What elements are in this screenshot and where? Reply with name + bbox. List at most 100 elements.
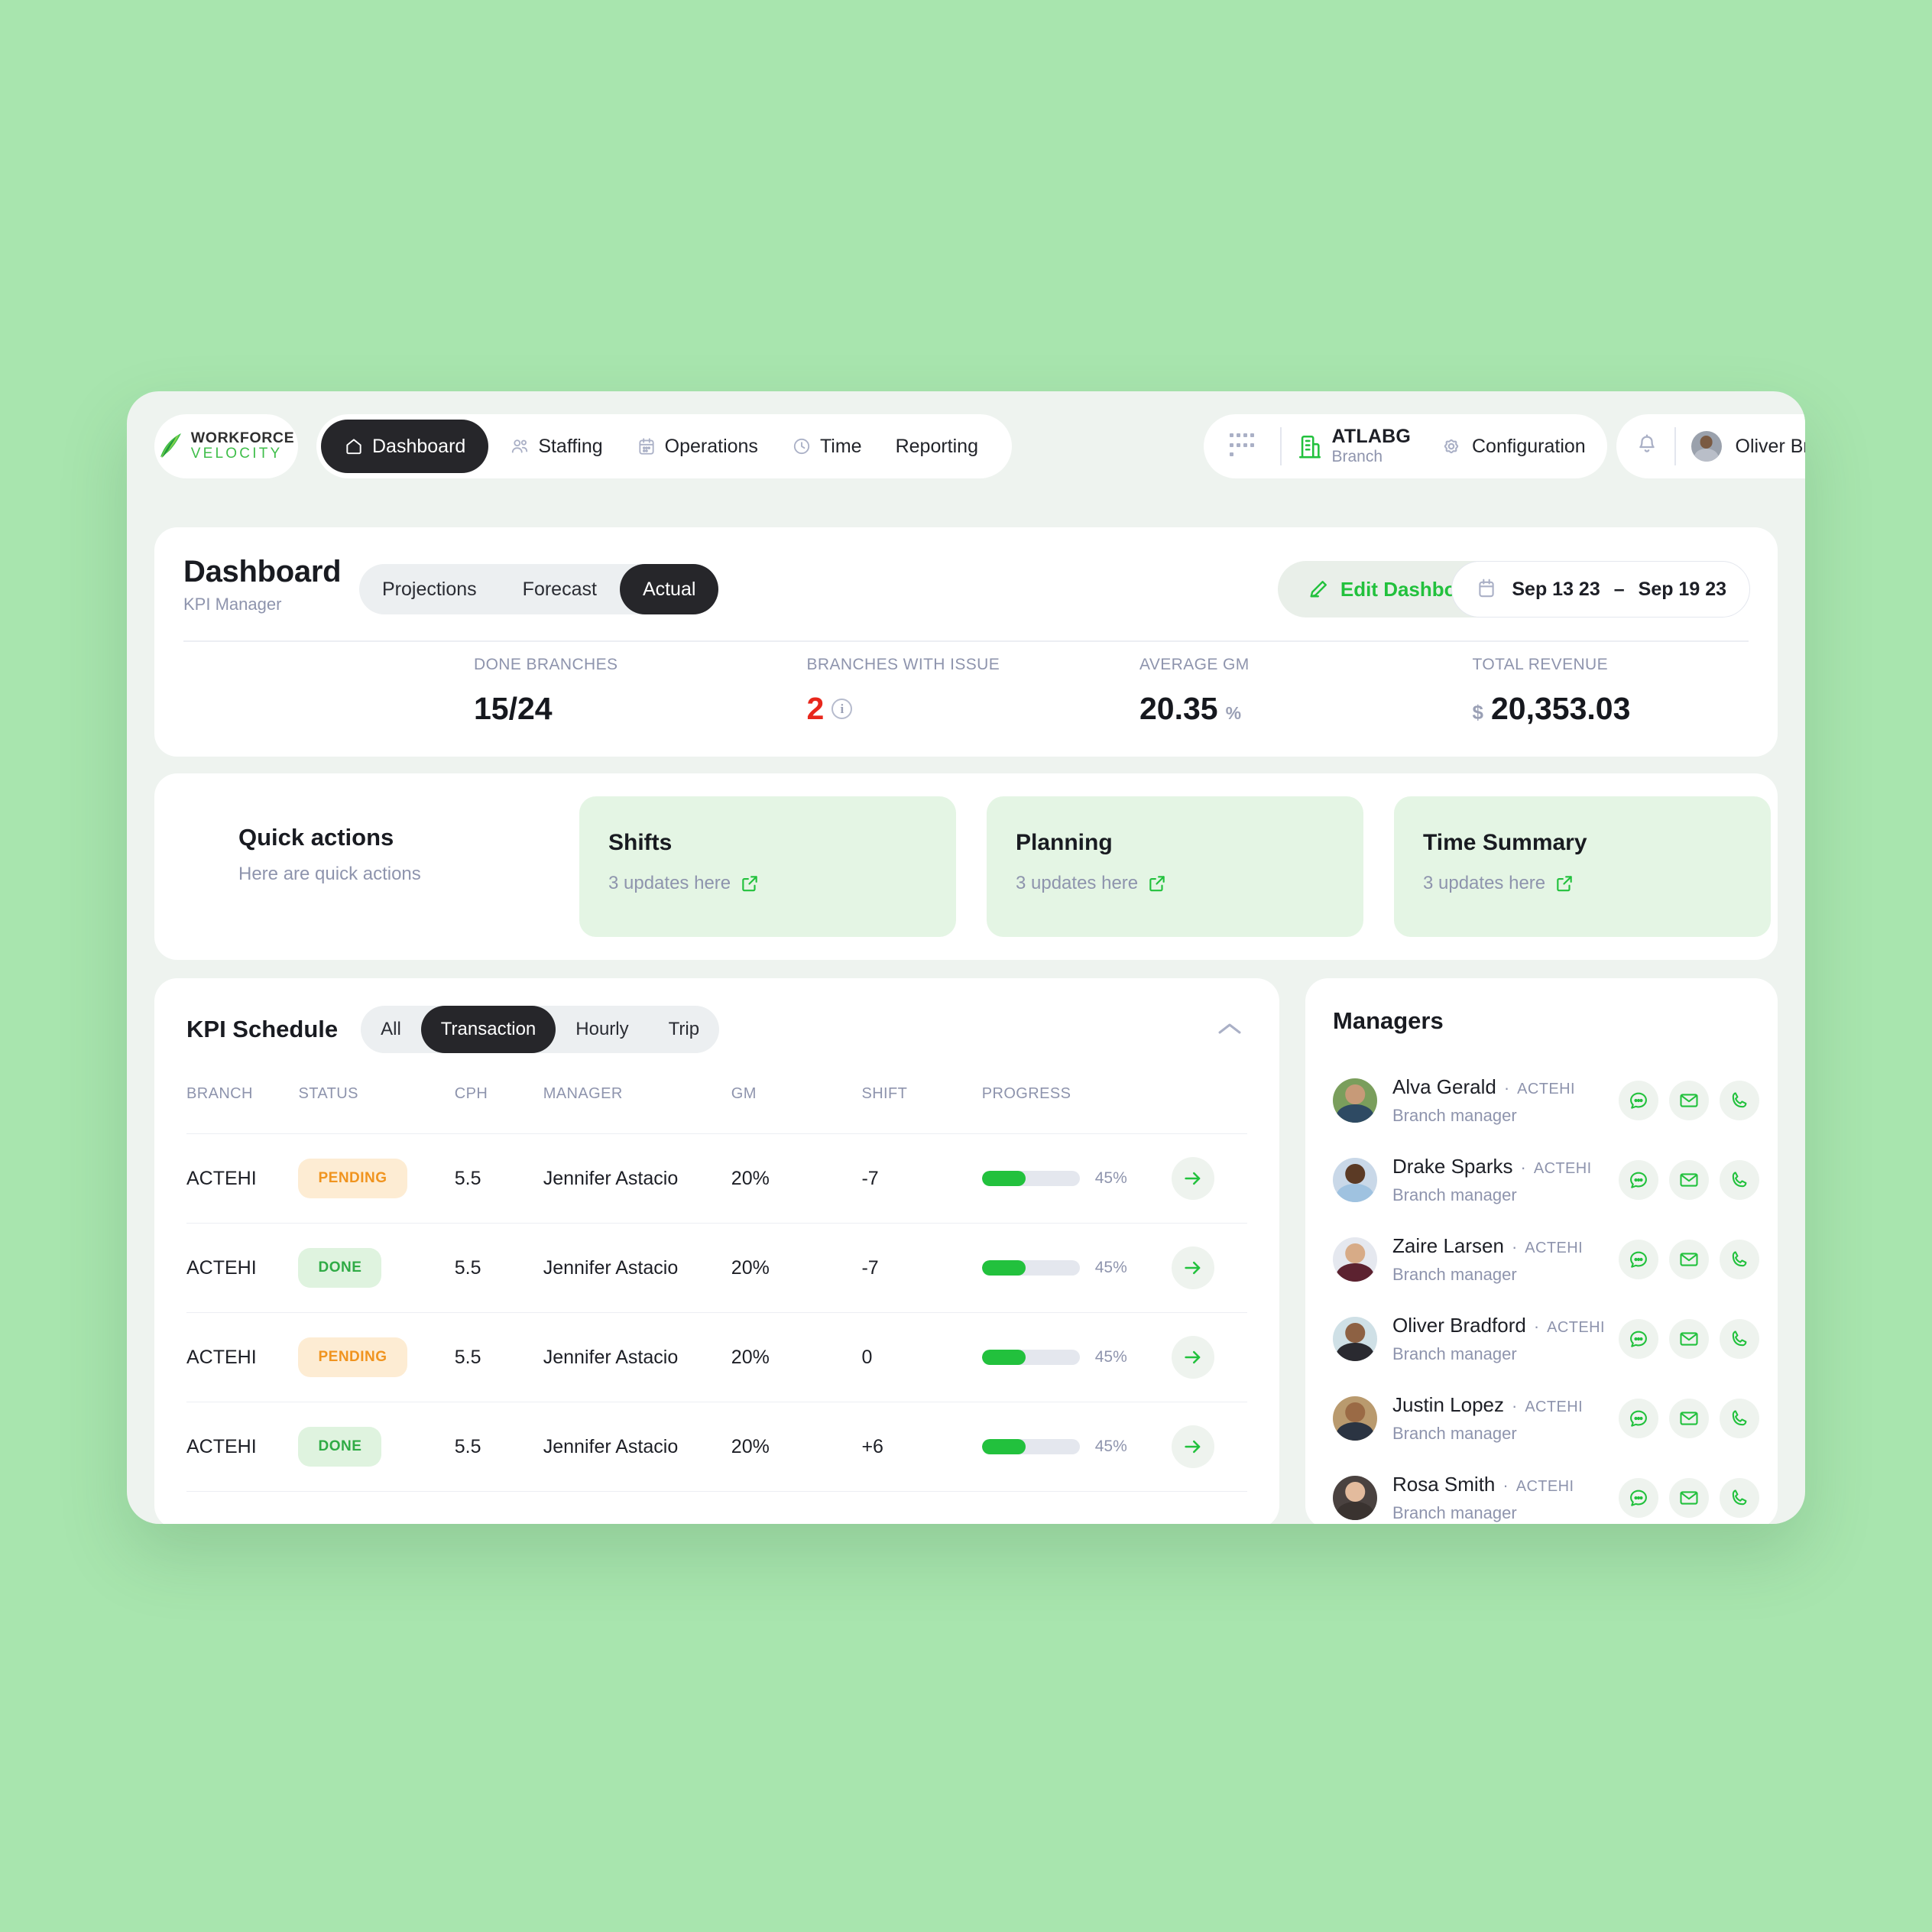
email-button[interactable] (1669, 1319, 1709, 1359)
quick-action-tile-planning[interactable]: Planning 3 updates here (987, 796, 1363, 937)
quick-action-tile-shifts[interactable]: Shifts 3 updates here (579, 796, 956, 937)
phone-icon (1732, 1172, 1747, 1188)
chat-button[interactable] (1619, 1081, 1658, 1120)
list-item[interactable]: Alva Gerald · ACTEHI Branch manager (1333, 1061, 1759, 1140)
tab-actual[interactable]: Actual (619, 564, 719, 614)
configuration-label: Configuration (1472, 435, 1586, 457)
cell-manager: Jennifer Astacio (543, 1133, 731, 1224)
page-root: WORKFORCE VELOCITY Dashboard Staffing Op… (0, 0, 1932, 1932)
chat-icon (1630, 1092, 1647, 1109)
table-row[interactable]: ACTEHI DONE 5.5 Jennifer Astacio 20% +6 … (186, 1402, 1247, 1492)
email-button[interactable] (1669, 1081, 1709, 1120)
chat-button[interactable] (1619, 1478, 1658, 1518)
date-range-start: Sep 13 23 (1512, 578, 1600, 600)
mail-icon (1680, 1173, 1698, 1187)
managers-card: Managers Alva Gerald · ACTEHI Branch man… (1305, 978, 1778, 1524)
email-button[interactable] (1669, 1240, 1709, 1279)
chevron-up-icon[interactable] (1217, 1021, 1243, 1036)
call-button[interactable] (1720, 1160, 1759, 1200)
date-range-picker[interactable]: Sep 13 23 – Sep 19 23 (1451, 561, 1750, 618)
quick-actions-heading-block: Quick actions Here are quick actions (238, 824, 421, 885)
arrow-right-icon (1185, 1350, 1201, 1364)
tile-title: Planning (1016, 830, 1113, 855)
list-item[interactable]: Zaire Larsen · ACTEHI Branch manager (1333, 1220, 1759, 1299)
chat-button[interactable] (1619, 1399, 1658, 1438)
bell-icon[interactable] (1635, 433, 1659, 459)
manager-branch: ACTEHI (1525, 1399, 1584, 1415)
table-row[interactable]: ACTEHI DONE 5.5 Jennifer Astacio 20% -7 … (186, 1223, 1247, 1313)
manager-branch: ACTEHI (1533, 1160, 1592, 1177)
email-button[interactable] (1669, 1399, 1709, 1438)
call-button[interactable] (1720, 1319, 1759, 1359)
col-branch: BRANCH (186, 1085, 253, 1102)
apps-grid-icon[interactable] (1220, 433, 1265, 459)
call-button[interactable] (1720, 1478, 1759, 1518)
calendar-icon (1479, 579, 1495, 598)
call-button[interactable] (1720, 1399, 1759, 1438)
avatar[interactable] (1690, 431, 1722, 462)
nav-item-operations[interactable]: Operations (620, 423, 775, 470)
quick-action-tile-time-summary[interactable]: Time Summary 3 updates here (1394, 796, 1771, 937)
row-open-button[interactable] (1172, 1157, 1215, 1200)
kpi-tab-transaction[interactable]: Transaction (420, 1006, 556, 1053)
arrow-right-icon (1185, 1172, 1201, 1185)
phone-icon (1732, 1331, 1747, 1347)
nav-item-reporting[interactable]: Reporting (879, 423, 995, 470)
row-open-button[interactable] (1172, 1425, 1215, 1468)
stat-done-branches: DONE BRANCHES 15/24 (154, 656, 780, 727)
tile-title: Shifts (608, 830, 673, 855)
cell-manager: Jennifer Astacio (543, 1223, 731, 1313)
manager-branch: ACTEHI (1517, 1081, 1575, 1097)
avatar (1333, 1317, 1377, 1361)
nav-item-time[interactable]: Time (775, 423, 879, 470)
email-button[interactable] (1669, 1160, 1709, 1200)
app-window: WORKFORCE VELOCITY Dashboard Staffing Op… (127, 391, 1805, 1524)
manager-actions (1619, 1399, 1759, 1438)
kpi-tab-all[interactable]: All (361, 1006, 421, 1053)
kpi-tab-trip[interactable]: Trip (649, 1006, 719, 1053)
tab-projections[interactable]: Projections (359, 564, 500, 614)
app-logo[interactable]: WORKFORCE VELOCITY (154, 414, 298, 478)
managers-title: Managers (1333, 1007, 1444, 1034)
calendar-icon (637, 436, 656, 456)
clock-icon (792, 436, 812, 456)
cell-gm: 20% (731, 1312, 862, 1402)
configuration-button[interactable]: Configuration (1440, 435, 1586, 458)
cell-action (1172, 1402, 1247, 1492)
chat-button[interactable] (1619, 1160, 1658, 1200)
stat-unit: % (1225, 703, 1242, 723)
tile-title: Time Summary (1423, 830, 1587, 855)
kpi-tab-hourly[interactable]: Hourly (556, 1006, 648, 1053)
call-button[interactable] (1720, 1081, 1759, 1120)
table-row[interactable]: ACTEHI PENDING 5.5 Jennifer Astacio 20% … (186, 1133, 1247, 1224)
manager-actions (1619, 1240, 1759, 1279)
tab-forecast[interactable]: Forecast (500, 564, 620, 614)
list-item[interactable]: Rosa Smith · ACTEHI Branch manager (1333, 1458, 1759, 1524)
nav-item-staffing[interactable]: Staffing (493, 423, 619, 470)
mail-icon (1680, 1491, 1698, 1505)
kpi-schedule-header: KPI Schedule All Transaction Hourly Trip (186, 1006, 720, 1053)
list-item[interactable]: Justin Lopez · ACTEHI Branch manager (1333, 1379, 1759, 1458)
manager-branch: ACTEHI (1515, 1478, 1574, 1495)
cell-gm: 20% (731, 1223, 862, 1313)
row-open-button[interactable] (1172, 1336, 1215, 1379)
external-link-icon (1557, 876, 1572, 892)
call-button[interactable] (1720, 1240, 1759, 1279)
chat-button[interactable] (1619, 1319, 1658, 1359)
col-progress: PROGRESS (981, 1085, 1071, 1102)
row-open-button[interactable] (1172, 1246, 1215, 1289)
branch-selector[interactable]: ATLABG Branch (1297, 426, 1412, 467)
cell-action (1172, 1312, 1247, 1402)
stat-average-gm: AVERAGE GM 20.35 % (1112, 656, 1445, 727)
email-button[interactable] (1669, 1478, 1709, 1518)
nav-item-dashboard[interactable]: Dashboard (321, 420, 489, 473)
list-item[interactable]: Drake Sparks · ACTEHI Branch manager (1333, 1140, 1759, 1220)
quick-actions-subtitle: Here are quick actions (238, 864, 421, 884)
gear-icon (1444, 439, 1459, 454)
manager-branch: ACTEHI (1547, 1319, 1605, 1336)
table-row[interactable]: ACTEHI PENDING 5.5 Jennifer Astacio 20% … (186, 1312, 1247, 1402)
list-item[interactable]: Oliver Bradford · ACTEHI Branch manager (1333, 1299, 1759, 1379)
chat-button[interactable] (1619, 1240, 1658, 1279)
stat-label: DONE BRANCHES (474, 656, 618, 673)
info-icon[interactable]: i (831, 699, 853, 719)
